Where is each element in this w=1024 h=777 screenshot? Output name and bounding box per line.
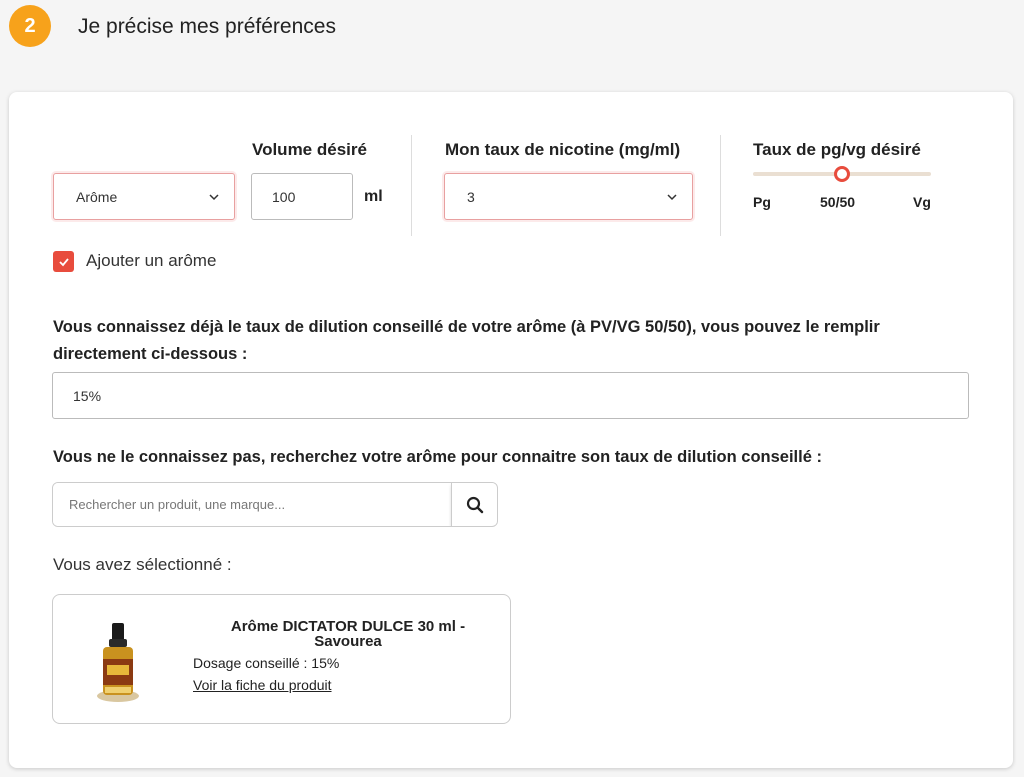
divider <box>411 135 412 236</box>
search-question: Vous ne le connaissez pas, recherchez vo… <box>53 448 822 466</box>
volume-unit: ml <box>364 188 383 205</box>
step-title: Je précise mes préférences <box>78 15 336 38</box>
search-icon <box>466 496 483 513</box>
volume-label: Volume désiré <box>252 140 367 159</box>
product-link[interactable]: Voir la fiche du produit <box>193 677 332 693</box>
chevron-down-icon <box>667 193 677 200</box>
pgvg-label: Taux de pg/vg désiré <box>753 140 921 159</box>
add-aroma-label[interactable]: Ajouter un arôme <box>86 251 216 271</box>
add-aroma-checkbox[interactable] <box>53 251 74 272</box>
pgvg-mid-label: 50/50 <box>820 194 856 210</box>
divider <box>720 135 721 236</box>
type-select-value: Arôme <box>76 188 118 205</box>
dilution-input[interactable]: 15% <box>52 372 969 419</box>
product-image[interactable] <box>95 621 141 703</box>
check-icon <box>58 257 69 266</box>
product-dosage: Dosage conseillé : 15% <box>193 655 340 671</box>
product-title: Arôme DICTATOR DULCE 30 ml - Savourea <box>230 618 466 650</box>
nicotine-select-value: 3 <box>467 188 475 205</box>
chevron-down-icon <box>209 193 219 200</box>
step-number-badge: 2 <box>9 5 51 47</box>
dilution-question: Vous connaissez déjà le taux de dilution… <box>53 318 880 363</box>
pgvg-max-label: Vg <box>913 194 931 210</box>
step-header: 2 Je précise mes préférences <box>0 0 1024 60</box>
pgvg-slider-thumb[interactable] <box>834 166 850 182</box>
preferences-card: Arôme Volume désiré 100 ml Mon taux de n… <box>9 92 1013 768</box>
nicotine-label: Mon taux de nicotine (mg/ml) <box>445 140 681 159</box>
selected-label: Vous avez sélectionné : <box>53 555 232 574</box>
volume-input[interactable]: 100 <box>251 173 353 220</box>
type-select[interactable]: Arôme <box>53 173 235 220</box>
product-search <box>52 482 498 527</box>
search-input[interactable] <box>53 483 451 526</box>
pgvg-min-label: Pg <box>753 194 771 210</box>
selected-product-card: Arôme DICTATOR DULCE 30 ml - Savourea Do… <box>52 594 511 724</box>
search-button[interactable] <box>451 483 497 526</box>
nicotine-select[interactable]: 3 <box>444 173 693 220</box>
